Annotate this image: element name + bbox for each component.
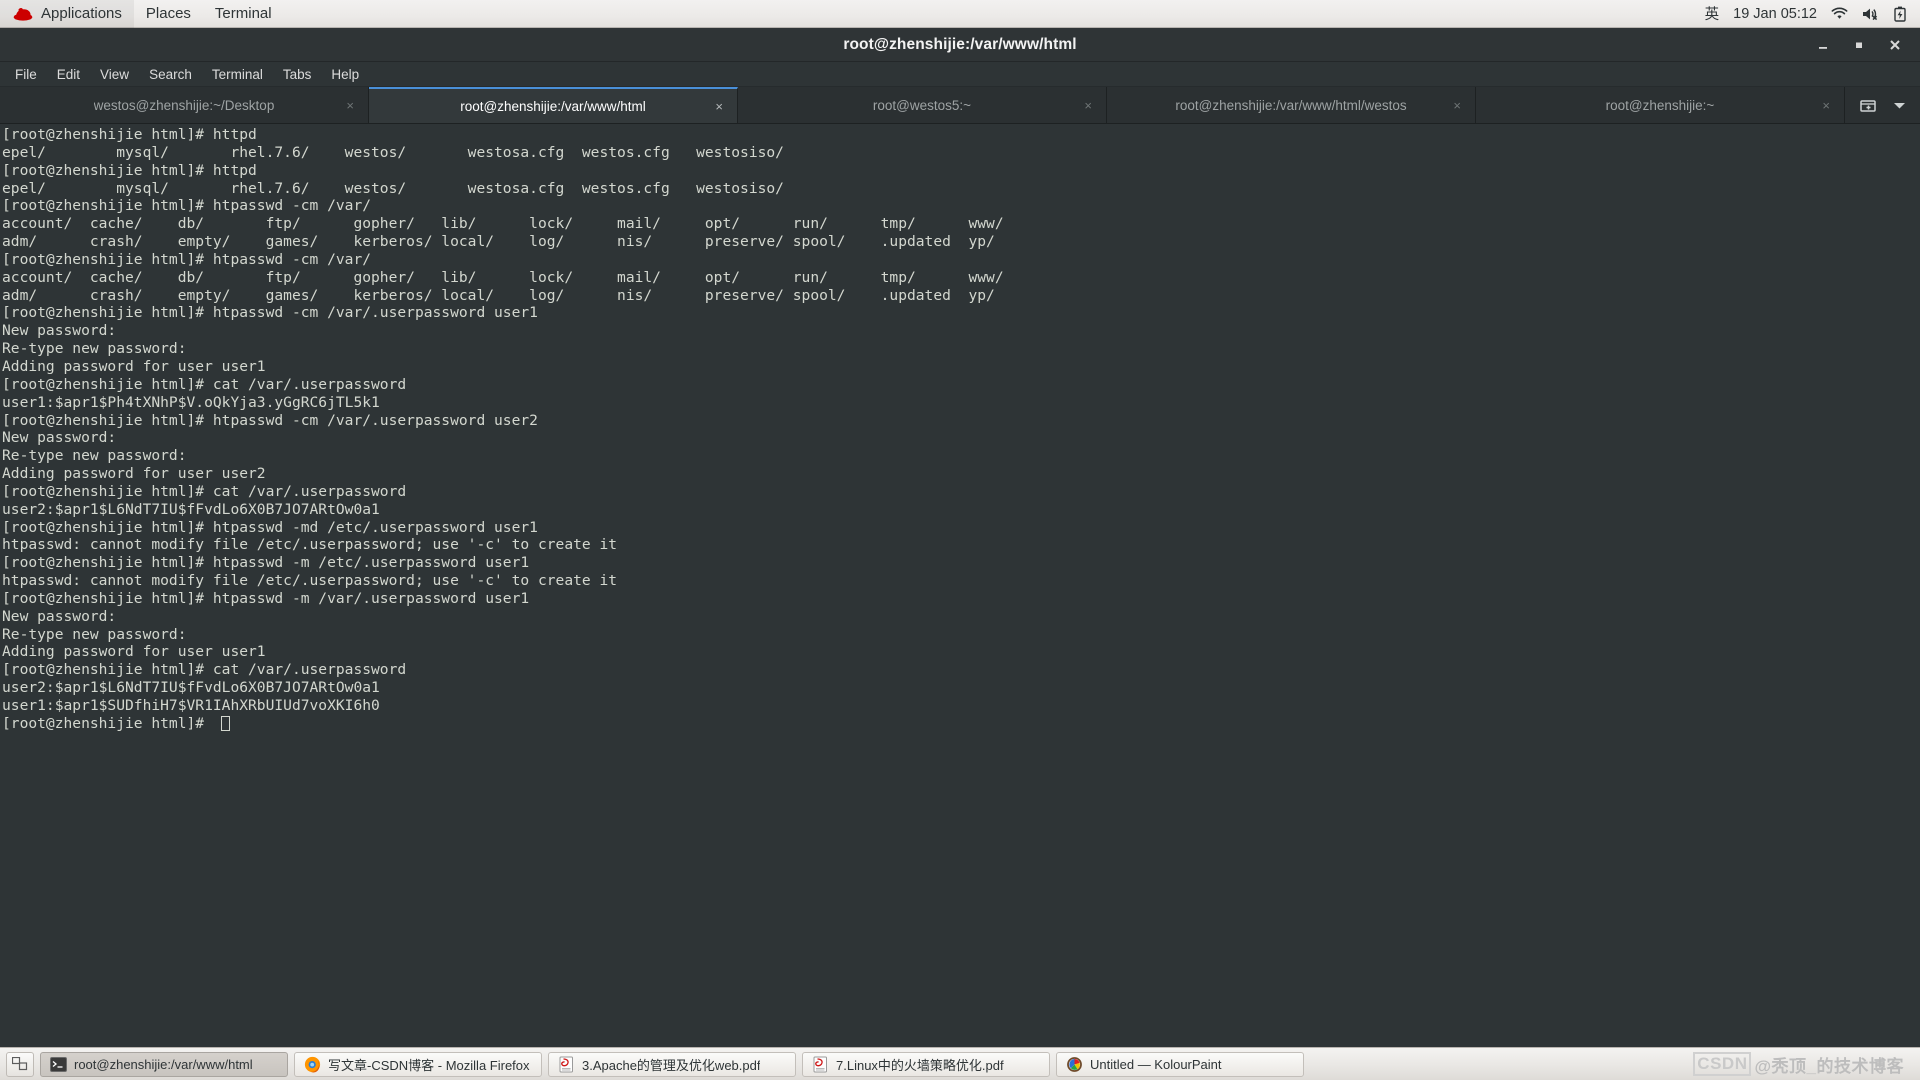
tab-root-html-westos[interactable]: root@zhenshijie:/var/www/html/westos × <box>1107 87 1476 123</box>
places-menu-label: Places <box>145 4 191 22</box>
menu-help[interactable]: Help <box>322 64 368 85</box>
menu-view[interactable]: View <box>91 64 138 85</box>
taskbar-item-label: 7.Linux中的火墙策略优化.pdf <box>836 1057 1004 1073</box>
redhat-logo-icon <box>13 7 33 21</box>
tab-bar-actions <box>1845 87 1920 123</box>
volume-muted-icon[interactable] <box>1862 7 1880 21</box>
kolourpaint-icon <box>1067 1056 1082 1072</box>
taskbar-item-label: root@zhenshijie:/var/www/html <box>74 1056 253 1072</box>
taskbar-item-terminal[interactable]: root@zhenshijie:/var/www/html <box>40 1051 288 1077</box>
terminal-window: root@zhenshijie:/var/www/html File Edit … <box>0 28 1920 1047</box>
menu-search[interactable]: Search <box>140 64 201 85</box>
tab-westos-desktop[interactable]: westos@zhenshijie:~/Desktop × <box>0 87 369 123</box>
terminal-prompt-line: [root@zhenshijie html]# <box>2 715 1920 733</box>
taskbar-item-label: Untitled — KolourPaint <box>1090 1056 1222 1072</box>
places-menu[interactable]: Places <box>134 0 203 28</box>
tab-bar: westos@zhenshijie:~/Desktop × root@zhens… <box>0 87 1920 124</box>
watermark-author: @秃顶_的技术博客 <box>1754 1056 1904 1076</box>
tab-label: root@zhenshijie:/var/www/html/westos <box>1175 97 1407 113</box>
chevron-down-icon[interactable] <box>1893 101 1906 110</box>
terminal-prompt: [root@zhenshijie html]# <box>2 714 213 732</box>
maximize-button[interactable] <box>1852 38 1866 52</box>
tab-label: root@zhenshijie:~ <box>1605 97 1715 113</box>
gnome-top-panel: Applications Places Terminal 英 19 Jan 05… <box>0 0 1920 28</box>
terminal-icon <box>50 1056 67 1072</box>
terminal-app-menu[interactable]: Terminal <box>203 0 284 28</box>
battery-charging-icon[interactable] <box>1894 6 1906 22</box>
terminal-output-area[interactable]: [root@zhenshijie html]# httpd epel/ mysq… <box>0 124 1920 1047</box>
applications-menu-label: Applications <box>41 4 122 22</box>
taskbar-item-label: 写文章-CSDN博客 - Mozilla Firefox <box>328 1057 530 1073</box>
input-method-indicator[interactable]: 英 <box>1705 3 1720 24</box>
panel-status-area: 英 19 Jan 05:12 <box>1705 3 1920 24</box>
tab-close-icon[interactable]: × <box>715 100 723 113</box>
tab-close-icon[interactable]: × <box>1822 99 1830 112</box>
tab-label: westos@zhenshijie:~/Desktop <box>93 97 275 113</box>
terminal-app-menu-label: Terminal <box>214 4 272 22</box>
clock[interactable]: 19 Jan 05:12 <box>1733 6 1817 22</box>
menu-file[interactable]: File <box>6 64 46 85</box>
applications-menu[interactable]: Applications <box>0 0 134 28</box>
tab-close-icon[interactable]: × <box>1084 99 1092 112</box>
window-title: root@zhenshijie:/var/www/html <box>843 35 1077 53</box>
firefox-icon <box>304 1056 321 1072</box>
menu-tabs[interactable]: Tabs <box>274 64 321 85</box>
pdf-viewer-icon <box>559 1056 573 1072</box>
csdn-watermark: CSDN @秃顶_的技术博客 <box>1693 1052 1914 1077</box>
terminal-text: [root@zhenshijie html]# httpd epel/ mysq… <box>2 126 1004 714</box>
tab-root-westos5[interactable]: root@westos5:~ × <box>738 87 1107 123</box>
wifi-icon[interactable] <box>1831 6 1848 21</box>
minimize-button[interactable] <box>1816 38 1830 52</box>
taskbar: root@zhenshijie:/var/www/html 写文章-CSDN博客… <box>0 1047 1920 1080</box>
window-controls <box>1816 38 1920 52</box>
terminal-cursor <box>220 716 230 732</box>
taskbar-item-kolourpaint[interactable]: Untitled — KolourPaint <box>1056 1051 1304 1077</box>
menu-bar: File Edit View Search Terminal Tabs Help <box>0 62 1920 87</box>
show-desktop-icon[interactable] <box>6 1051 34 1077</box>
pdf-viewer-icon <box>813 1056 827 1072</box>
window-titlebar[interactable]: root@zhenshijie:/var/www/html <box>0 28 1920 62</box>
taskbar-item-label: 3.Apache的管理及优化web.pdf <box>582 1057 761 1073</box>
new-tab-icon[interactable] <box>1859 96 1877 114</box>
taskbar-item-firewall-pdf[interactable]: 7.Linux中的火墙策略优化.pdf <box>802 1051 1050 1077</box>
tab-root-home[interactable]: root@zhenshijie:~ × <box>1476 87 1845 123</box>
taskbar-item-apache-pdf[interactable]: 3.Apache的管理及优化web.pdf <box>548 1051 796 1077</box>
watermark-brand: CSDN <box>1693 1052 1752 1076</box>
close-button[interactable] <box>1888 38 1902 52</box>
tab-label: root@zhenshijie:/var/www/html <box>460 98 646 114</box>
menu-terminal[interactable]: Terminal <box>203 64 272 85</box>
tab-close-icon[interactable]: × <box>1453 99 1461 112</box>
menu-edit[interactable]: Edit <box>48 64 89 85</box>
taskbar-item-firefox[interactable]: 写文章-CSDN博客 - Mozilla Firefox <box>294 1051 542 1077</box>
tab-close-icon[interactable]: × <box>346 99 354 112</box>
tab-root-var-www-html[interactable]: root@zhenshijie:/var/www/html × <box>369 87 738 123</box>
tab-label: root@westos5:~ <box>872 97 972 113</box>
